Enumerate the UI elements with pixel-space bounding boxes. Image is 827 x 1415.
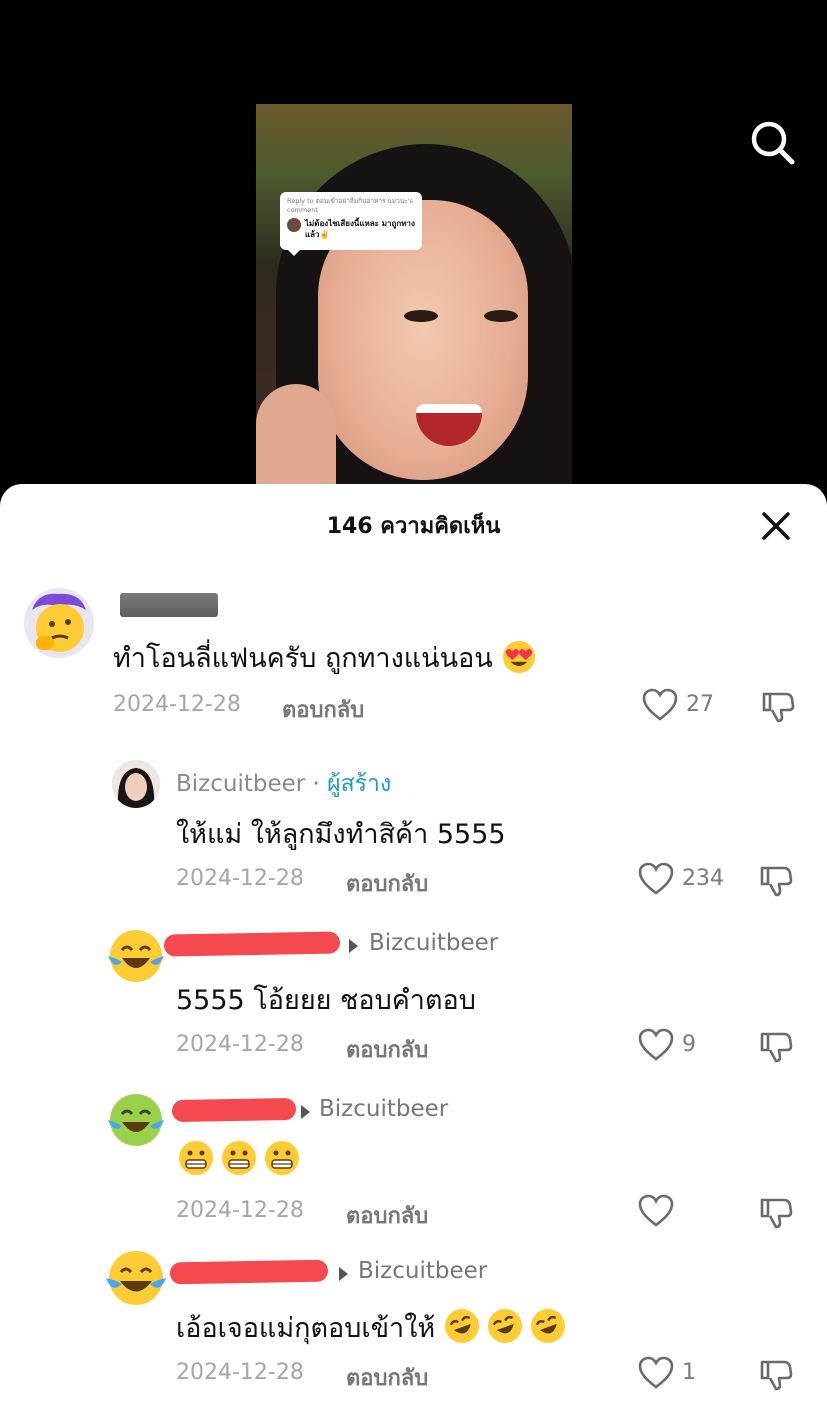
comments-count-title: 146 ความคิดเห็น [326,514,501,539]
like-count: 9 [682,1032,696,1057]
reply-button[interactable]: ตอบกลับ [282,692,364,727]
username-redacted [171,1097,297,1123]
comment-text: 5555 โอ้ยยย ชอบคำตอบ [176,985,476,1016]
video-thumbnail[interactable]: Reply to ตอนเข้าอย่าลืมกินอาหาร แมวนะ's … [256,104,572,504]
comments-sheet: 146 ความคิดเห็น ทำโอนลี่แฟนครับ ถูกทางแน… [0,484,827,1415]
dislike-icon[interactable] [758,1028,794,1064]
reply-target-username[interactable]: Bizcuitbeer [319,1096,448,1122]
reply-button[interactable]: ตอบกลับ [346,1032,428,1067]
comment-item: ทำโอนลี่แฟนครับ ถูกทางแน่นอน 2024-12-28 … [0,584,827,734]
comment-date: 2024-12-28 [176,1198,304,1223]
username-redacted [163,931,341,957]
rolling-laughing-emoji-avatar [108,1094,164,1146]
dislike-icon[interactable] [758,862,794,898]
reply-target-username[interactable]: Bizcuitbeer [358,1258,487,1284]
reply-button[interactable]: ตอบกลับ [346,866,428,901]
heart-icon[interactable] [638,1356,674,1390]
thumbnail-eye-right [484,310,518,322]
comment-item: Bizcuitbeer 2024-12-28 ตอบกลับ [0,1088,827,1238]
creator-badge: · ผู้สร้าง [312,771,392,797]
reply-button[interactable]: ตอบกลับ [346,1360,428,1395]
reply-sticker[interactable]: Reply to ตอนเข้าอย่าลืมกินอาหาร แมวนะ's … [280,192,422,256]
comment-date: 2024-12-28 [176,866,304,891]
search-icon[interactable] [748,118,796,166]
reply-arrow-icon [301,1105,310,1119]
avatar[interactable] [104,1248,168,1312]
reply-sticker-text: ไม่ต้องไชเสียงนี้แหละ มาถูกทางแล้ว✌️ [305,219,415,239]
like-count: 234 [682,866,724,891]
comment-date: 2024-12-28 [176,1360,304,1385]
tears-of-joy-emoji-avatar [108,930,164,982]
comment-text [178,1140,302,1183]
video-player[interactable]: Reply to ตอนเข้าอย่าลืมกินอาหาร แมวนะ's … [0,0,827,520]
grimacing-face-emoji-row [179,1141,299,1175]
reply-arrow-icon [349,939,358,953]
comment-text: เอ้อเจอแม่กุตอบเข้าให้ [176,1306,568,1349]
like-count: 1 [682,1360,696,1385]
rolling-laughing-emoji-row [444,1309,565,1343]
thinking-face-emoji-avatar [32,593,86,652]
comments-header: 146 ความคิดเห็น [0,484,827,564]
tears-of-joy-emoji-avatar [106,1251,166,1305]
dislike-icon[interactable] [758,1356,794,1392]
comment-item: Bizcuitbeer 5555 โอ้ยยย ชอบคำตอบ 2024-12… [0,922,827,1072]
close-icon[interactable] [758,508,794,544]
reply-sticker-avatar [287,218,301,232]
reply-target-username[interactable]: Bizcuitbeer [369,930,498,956]
reply-button[interactable]: ตอบกลับ [346,1198,428,1233]
avatar[interactable] [24,588,94,658]
heart-icon[interactable] [638,862,674,896]
dislike-icon[interactable] [760,688,796,724]
avatar[interactable] [112,760,160,808]
comment-text: ทำโอนลี่แฟนครับ ถูกทางแน่นอน [113,636,537,679]
username-redacted [120,593,218,617]
heart-icon[interactable] [642,688,678,722]
comment-text: ให้แม่ ให้ลูกมึงทำสิค้า 5555 [176,819,506,850]
like-count: 27 [686,692,714,717]
thumbnail-eye-left [404,310,438,322]
comment-item: Bizcuitbeer · ผู้สร้าง ให้แม่ ให้ลูกมึงท… [0,756,827,906]
comment-item: Bizcuitbeer เอ้อเจอแม่กุตอบเข้าให้ 2024-… [0,1248,827,1408]
username-redacted [169,1259,329,1285]
heart-eyes-emoji [503,640,536,674]
comment-date: 2024-12-28 [113,692,241,717]
dislike-icon[interactable] [758,1194,794,1230]
heart-icon[interactable] [638,1194,674,1228]
heart-icon[interactable] [638,1028,674,1062]
reply-sticker-header: Reply to ตอนเข้าอย่าลืมกินอาหาร แมวนะ's … [287,197,413,214]
avatar[interactable] [106,1090,166,1150]
comment-date: 2024-12-28 [176,1032,304,1057]
reply-arrow-icon [339,1267,348,1281]
username[interactable]: Bizcuitbeer · ผู้สร้าง [176,766,391,802]
avatar[interactable] [106,926,166,986]
creator-avatar-photo [112,760,160,808]
